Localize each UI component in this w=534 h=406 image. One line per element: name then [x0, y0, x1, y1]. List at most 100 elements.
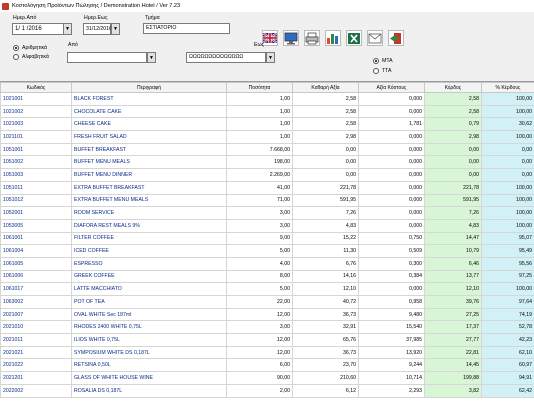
table-row[interactable]: 1051001 BUFFET BREAKFAST 7.668,00 0,00 0,000… — [0, 142, 534, 157]
table-row[interactable]: 2021022 RETSINA 0,50L 6,00 23,70 9,244 14,45 6… — [0, 358, 534, 373]
cell-profit: 14,45 — [424, 358, 482, 373]
table-row[interactable]: 1061017 LATTE MACCHIATO 5,00 12,10 0,000 12,1… — [0, 282, 534, 296]
cell-description: EXTRA BUFFET BREAKFAST — [71, 180, 227, 195]
table-row[interactable]: 1061001 FILTER COFFEE 9,00 15,22 0,750 14,47 9… — [0, 231, 534, 246]
cell-description: OVAL WHITE Sec 187ml — [71, 307, 227, 322]
cell-code: 1051012 — [0, 193, 72, 208]
column-header[interactable]: Ποσότητα — [226, 82, 293, 93]
cell-description: BLACK FOREST — [71, 92, 227, 106]
print-icon[interactable] — [304, 30, 320, 46]
cell-net-value: 65,76 — [292, 333, 359, 347]
table-row[interactable]: 2022002 ROSALIA DS 0,187L 2,00 6,12 2,293 3,8… — [0, 383, 534, 398]
table-row[interactable]: 1051003 BUFFET MENU DINNER 2.269,00 0,00 0,0… — [0, 168, 534, 182]
cell-profit-percent: 100,00 — [481, 92, 534, 106]
to-field[interactable]: ΩΩΩΩΩΩΩΩΩΩΩΩΩΩ — [186, 52, 266, 63]
language-flag-icon[interactable] — [262, 30, 278, 46]
cell-profit-percent: 95,07 — [481, 231, 534, 246]
cell-profit: 2,98 — [424, 130, 482, 144]
from-dropdown-button[interactable]: ▼ — [147, 52, 156, 63]
cell-net-value: 11,30 — [292, 244, 359, 258]
cell-description: FRESH FRUIT SALAD — [71, 130, 227, 144]
sort-alpha-radio[interactable]: Αλφαβητικά — [13, 54, 49, 60]
cell-profit-percent: 95,56 — [481, 256, 534, 271]
cell-profit: 10,79 — [424, 244, 482, 258]
column-header[interactable]: Κωδικός — [0, 82, 72, 93]
table-row[interactable]: 1021101 FRESH FRUIT SALAD 1,00 2,98 0,000 2,9… — [0, 130, 534, 144]
cell-net-value: 40,72 — [292, 295, 359, 309]
monitor-icon[interactable] — [283, 30, 299, 46]
cell-description: GLASS OF WHITE HOUSE WINE — [71, 371, 227, 385]
cell-code: 1061004 — [0, 244, 72, 258]
table-row[interactable]: 2021007 OVAL WHITE Sec 187ml 12,00 36,73 9,4… — [0, 307, 534, 322]
exit-icon[interactable] — [388, 30, 404, 46]
cell-profit: 0,79 — [424, 117, 482, 132]
cell-quantity: 1,00 — [226, 117, 293, 132]
bar-chart-icon[interactable] — [325, 30, 341, 46]
to-dropdown-button[interactable]: ▼ — [266, 52, 275, 63]
column-header[interactable]: Αξία Κόστους — [358, 82, 425, 93]
cell-cost-value: 0,000 — [358, 180, 425, 195]
sector-field[interactable]: ΕΣΤΙΑΤΟΡΙΟ — [143, 23, 230, 34]
table-row[interactable]: 1021002 CHOCOLATE CAKE 1,00 2,58 0,000 2,58 10… — [0, 104, 534, 119]
table-row[interactable]: 1021001 BLACK FOREST 1,00 2,58 0,000 2,58 100,… — [0, 92, 534, 106]
cell-code: 1061017 — [0, 282, 72, 296]
column-header[interactable]: Κέρδος — [424, 82, 482, 93]
table-row[interactable]: 1051012 EXTRA BUFFET MENU MEALS 71,00 591,9… — [0, 193, 534, 208]
cell-profit: 17,37 — [424, 320, 482, 335]
radio-dot-selected — [13, 45, 19, 51]
cell-net-value: 12,10 — [292, 282, 359, 296]
cell-profit-percent: 100,00 — [481, 206, 534, 220]
cell-cost-value: 0,000 — [358, 193, 425, 208]
table-row[interactable]: 2021010 RHODES 2400 WHITE 0,75L 3,00 32,91 1… — [0, 320, 534, 335]
cell-profit-percent: 30,62 — [481, 117, 534, 132]
cell-net-value: 210,60 — [292, 371, 359, 385]
email-icon[interactable] — [367, 30, 383, 46]
table-row[interactable]: 1051011 EXTRA BUFFET BREAKFAST 41,00 221,78… — [0, 180, 534, 195]
cell-cost-value: 0,000 — [358, 104, 425, 119]
sort-numeric-radio[interactable]: Αριθμητικά — [13, 45, 47, 51]
column-header[interactable]: % Κέρδους — [481, 82, 534, 93]
table-row[interactable]: 1053005 DIAFORA REST MEALS 9% 3,00 4,83 0,00… — [0, 218, 534, 233]
sort-alpha-label: Αλφαβητικά — [22, 54, 49, 60]
cell-description: FILTER COFFEE — [71, 231, 227, 246]
table-row[interactable]: 1061004 ICED COFFEE 5,00 11,30 0,509 10,79 95,… — [0, 244, 534, 258]
cell-net-value: 2,58 — [292, 104, 359, 119]
table-row[interactable]: 1061006 GREEK COFFEE 8,00 14,16 0,384 13,77 97… — [0, 269, 534, 284]
date-from-dropdown-button[interactable]: ▼ — [63, 23, 72, 35]
column-header[interactable]: Περιγραφή — [71, 82, 227, 93]
date-to-dropdown-button[interactable]: ▼ — [111, 23, 120, 35]
cell-description: BUFFET MENU MEALS — [71, 155, 227, 170]
cell-description: RETSINA 0,50L — [71, 358, 227, 373]
table-row[interactable]: 1052001 ROOM SERVICE 3,00 7,26 0,000 7,26 100,… — [0, 206, 534, 220]
cell-profit: 14,47 — [424, 231, 482, 246]
cell-code: 1051001 — [0, 142, 72, 157]
cell-net-value: 7,26 — [292, 206, 359, 220]
from-field[interactable] — [67, 52, 147, 63]
column-header[interactable]: Καθαρή Αξία — [292, 82, 359, 93]
cell-cost-value: 1,781 — [358, 117, 425, 132]
results-grid[interactable]: Κωδικός Περιγραφή Ποσότητα Καθαρή Αξία Α… — [0, 81, 534, 406]
results-table: Κωδικός Περιγραφή Ποσότητα Καθαρή Αξία Α… — [0, 82, 534, 398]
table-row[interactable]: 2021011 ILIOS WHITE 0,75L 12,00 65,76 37,985… — [0, 333, 534, 347]
cell-code: 1051002 — [0, 155, 72, 170]
cell-code: 1021101 — [0, 130, 72, 144]
excel-export-icon[interactable] — [346, 30, 362, 46]
filter-panel: Ημερ.Από 1/ 1 /2016 ▼ Ημερ.Εως 31/12/201… — [0, 12, 534, 80]
cell-cost-value: 0,000 — [358, 142, 425, 157]
table-row[interactable]: 1063002 POT OF TEA 22,00 40,72 0,958 39,76 97,… — [0, 295, 534, 309]
cell-profit-percent: 100,00 — [481, 130, 534, 144]
date-to-field[interactable]: 31/12/2016 — [83, 23, 112, 35]
cell-profit: 27,77 — [424, 333, 482, 347]
date-from-field[interactable]: 1/ 1 /2016 — [12, 23, 64, 35]
mode-b-radio[interactable]: ΤΤΑ — [373, 68, 391, 74]
table-row[interactable]: 1051002 BUFFET MENU MEALS 198,00 0,00 0,000 0… — [0, 155, 534, 170]
table-row[interactable]: 1021003 CHEESE CAKE 1,00 2,58 1,781 0,79 30,62 — [0, 117, 534, 132]
cell-profit: 2,58 — [424, 104, 482, 119]
mode-a-radio[interactable]: ΜΤΑ — [373, 58, 393, 64]
table-row[interactable]: 2021201 GLASS OF WHITE HOUSE WINE 90,00 210… — [0, 371, 534, 385]
cell-quantity: 41,00 — [226, 180, 293, 195]
table-row[interactable]: 1061005 ESPRESSO 4,00 6,76 0,300 6,46 95,56 — [0, 256, 534, 271]
table-row[interactable]: 2021021 SYMPOSIUM WHITE DS 0,187L 12,00 36,… — [0, 345, 534, 360]
cell-cost-value: 13,920 — [358, 345, 425, 360]
cell-code: 2021010 — [0, 320, 72, 335]
